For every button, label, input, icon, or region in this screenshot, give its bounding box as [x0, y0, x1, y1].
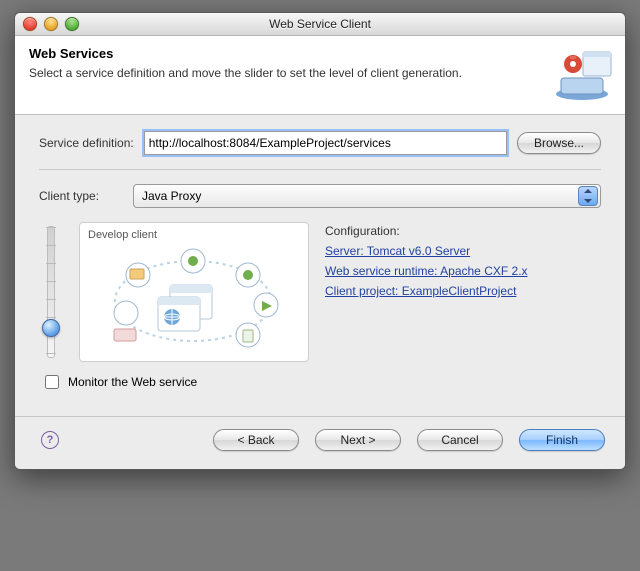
- configuration-panel: Configuration: Server: Tomcat v6.0 Serve…: [325, 222, 601, 304]
- separator: [39, 169, 601, 170]
- back-button[interactable]: < Back: [213, 429, 299, 451]
- browse-button[interactable]: Browse...: [517, 132, 601, 154]
- client-type-value: Java Proxy: [142, 189, 201, 203]
- dialog-window: Web Service Client Web Services Select a…: [14, 12, 626, 470]
- banner-description: Select a service definition and move the…: [29, 65, 499, 81]
- dropdown-arrows-icon: [578, 186, 598, 206]
- web-service-icon: [547, 42, 617, 102]
- next-button[interactable]: Next >: [315, 429, 401, 451]
- finish-button[interactable]: Finish: [519, 429, 605, 451]
- zoom-icon[interactable]: [65, 17, 79, 31]
- stage-row: Develop client: [39, 222, 601, 362]
- button-row: < Back Next > Cancel Finish: [77, 429, 605, 451]
- service-definition-label: Service definition:: [39, 136, 134, 150]
- client-type-row: Client type: Java Proxy: [39, 184, 601, 208]
- cancel-button[interactable]: Cancel: [417, 429, 503, 451]
- client-type-select[interactable]: Java Proxy: [133, 184, 601, 208]
- monitor-label: Monitor the Web service: [68, 375, 197, 389]
- monitor-checkbox-row[interactable]: Monitor the Web service: [41, 372, 601, 392]
- titlebar: Web Service Client: [15, 13, 625, 36]
- client-preview: Develop client: [79, 222, 309, 362]
- monitor-checkbox[interactable]: [45, 375, 59, 389]
- client-type-label: Client type:: [39, 189, 123, 203]
- window-title: Web Service Client: [15, 17, 625, 31]
- config-runtime-link[interactable]: Web service runtime: Apache CXF 2.x: [325, 264, 601, 278]
- minimize-icon[interactable]: [44, 17, 58, 31]
- close-icon[interactable]: [23, 17, 37, 31]
- banner-heading: Web Services: [29, 46, 611, 61]
- config-server-link[interactable]: Server: Tomcat v6.0 Server: [325, 244, 601, 258]
- configuration-heading: Configuration:: [325, 224, 601, 238]
- window-controls: [15, 17, 79, 31]
- service-definition-row: Service definition: Browse...: [39, 131, 601, 155]
- service-definition-input[interactable]: [144, 131, 507, 155]
- slider-thumb[interactable]: [42, 319, 60, 337]
- dialog-footer: ? < Back Next > Cancel Finish: [15, 416, 625, 469]
- lifecycle-diagram-icon: [88, 245, 298, 353]
- config-project-link[interactable]: Client project: ExampleClientProject: [325, 284, 601, 298]
- wizard-banner: Web Services Select a service definition…: [15, 36, 625, 115]
- help-icon[interactable]: ?: [41, 431, 59, 449]
- dialog-body: Service definition: Browse... Client typ…: [15, 115, 625, 416]
- preview-caption: Develop client: [88, 229, 300, 241]
- generation-level-slider[interactable]: [39, 222, 63, 362]
